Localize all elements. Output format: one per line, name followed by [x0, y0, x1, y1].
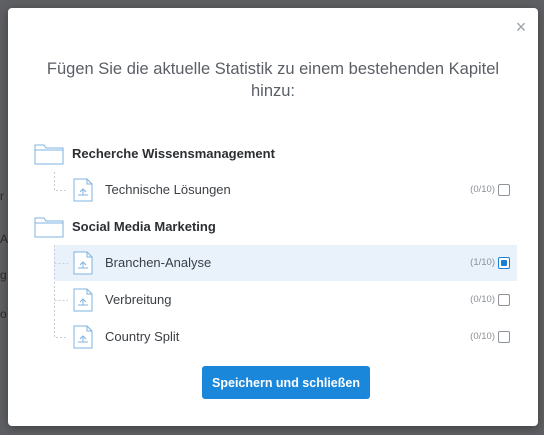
item-count: (0/10) — [470, 294, 495, 305]
list-item-verbreitung[interactable]: Verbreitung (0/10) — [54, 282, 517, 318]
document-icon — [73, 178, 93, 202]
document-icon — [73, 325, 93, 349]
tree-connector — [54, 245, 68, 281]
background-text: r — [0, 189, 4, 203]
item-checkbox[interactable] — [498, 331, 510, 343]
background-text: A — [0, 232, 9, 246]
item-count: (0/10) — [470, 331, 495, 342]
save-and-close-button[interactable]: Speichern und schließen — [202, 366, 370, 399]
item-count: (0/10) — [470, 184, 495, 195]
tree-connector — [54, 282, 68, 318]
dialog-title: Fügen Sie die aktuelle Statistik zu eine… — [46, 60, 500, 100]
chapter-recherche-wissensmanagement: Recherche Wissensmanagement — [34, 140, 275, 166]
item-checkbox[interactable] — [498, 257, 510, 269]
item-label: Country Split — [105, 329, 180, 344]
chapter-label: Social Media Marketing — [72, 218, 216, 234]
chapter-label: Recherche Wissensmanagement — [72, 145, 275, 161]
chapter-social-media-marketing: Social Media Marketing — [34, 213, 216, 239]
tree-connector — [54, 319, 68, 338]
list-item-country-split[interactable]: Country Split (0/10) — [54, 319, 517, 355]
item-count: (1/10) — [470, 257, 495, 268]
add-to-chapter-dialog: × Fügen Sie die aktuelle Statistik zu ei… — [8, 8, 538, 426]
item-label: Verbreitung — [105, 292, 172, 307]
item-checkbox[interactable] — [498, 294, 510, 306]
list-item-branchen-analyse[interactable]: Branchen-Analyse (1/10) — [54, 245, 517, 281]
tree-connector — [54, 172, 68, 191]
folder-icon — [34, 144, 64, 165]
list-item-technische-loesungen[interactable]: Technische Lösungen (0/10) — [54, 172, 517, 208]
item-checkbox[interactable] — [498, 184, 510, 196]
background-text: o — [0, 307, 7, 321]
background-text: g — [0, 268, 7, 282]
item-label: Technische Lösungen — [105, 182, 231, 197]
document-icon — [73, 251, 93, 275]
folder-icon — [34, 217, 64, 238]
document-icon — [73, 288, 93, 312]
item-label: Branchen-Analyse — [105, 255, 212, 270]
close-icon[interactable]: × — [514, 18, 528, 36]
